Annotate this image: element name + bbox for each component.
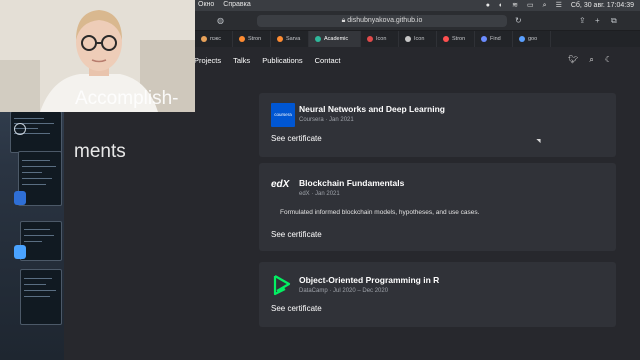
share-icon[interactable]: ⇪ bbox=[579, 15, 586, 27]
search-icon[interactable]: ⌕ bbox=[543, 1, 547, 10]
favicon-icon bbox=[405, 36, 411, 42]
tab-label: Icon bbox=[414, 36, 425, 42]
reload-icon[interactable]: ↻ bbox=[515, 15, 522, 27]
url-text: dishubnyakova.github.io bbox=[347, 17, 423, 24]
nav-actions: 🐦︎ ⌕ ☾ bbox=[568, 55, 612, 65]
certificate-issuer: Coursera bbox=[299, 117, 324, 123]
tab[interactable]: Sarva bbox=[271, 31, 309, 47]
certificate-card: coursera Neural Networks and Deep Learni… bbox=[259, 93, 616, 157]
tab-label: Icon bbox=[376, 36, 387, 42]
certificate-description: Formulated informed blockchain models, h… bbox=[280, 209, 480, 216]
volume-icon[interactable]: ◐ bbox=[499, 1, 503, 10]
tab-active[interactable]: Academic bbox=[309, 31, 361, 47]
tab-label: Stron bbox=[248, 36, 262, 42]
battery-icon[interactable]: ▭ bbox=[527, 1, 534, 10]
nav-contact[interactable]: Contact bbox=[315, 56, 341, 65]
mouse-cursor-icon bbox=[536, 136, 543, 144]
tab[interactable]: Stron bbox=[437, 31, 475, 47]
dock-finder-icon[interactable] bbox=[14, 245, 26, 259]
tab-label: Find bbox=[490, 36, 501, 42]
date-time: Сб, 30 авг. 17:04:39 bbox=[570, 2, 634, 9]
site-nav: Projects Talks Publications Contact bbox=[194, 56, 341, 65]
tab[interactable]: Icon bbox=[361, 31, 399, 47]
certificate-meta: Coursera · Jan 2021 bbox=[299, 117, 354, 123]
page-title-line1: Accomplish- bbox=[75, 88, 179, 109]
certificate-title: Neural Networks and Deep Learning bbox=[299, 104, 445, 114]
page-title: ments bbox=[74, 119, 126, 163]
favicon-icon bbox=[315, 36, 321, 42]
certificate-title: Object-Oriented Programming in R bbox=[299, 275, 440, 285]
certificate-date: Jul 2020 – Dec 2020 bbox=[333, 288, 389, 294]
menu-item-window[interactable]: Окно bbox=[198, 1, 214, 8]
twitter-icon[interactable]: 🐦︎ bbox=[568, 55, 578, 65]
favicon-icon bbox=[367, 36, 373, 42]
nav-projects[interactable]: Projects bbox=[194, 56, 221, 65]
favicon-icon bbox=[519, 36, 525, 42]
nav-publications[interactable]: Publications bbox=[262, 56, 302, 65]
certificate-meta: DataCamp · Jul 2020 – Dec 2020 bbox=[299, 288, 389, 294]
browser-toolbar: ◍ 🔒︎ dishubnyakova.github.io ↻ ⇪ + ⧉ bbox=[195, 11, 640, 31]
certificate-meta: edX · Jan 2021 bbox=[299, 191, 340, 197]
screen: Окно Справка ● ◐ ≋ ▭ ⌕ ☰ Сб, 30 авг. 17:… bbox=[0, 0, 640, 360]
tab-label: пэкс bbox=[210, 36, 222, 42]
see-certificate-link[interactable]: See certificate bbox=[271, 304, 322, 313]
dock-app-icon[interactable] bbox=[14, 191, 26, 205]
edx-logo-icon: edX bbox=[271, 179, 290, 190]
tab[interactable]: Icon bbox=[399, 31, 437, 47]
certificate-issuer: edX bbox=[299, 191, 310, 197]
datacamp-logo-icon bbox=[273, 275, 291, 296]
tab[interactable]: пэкс bbox=[195, 31, 233, 47]
page-title-line2: ments bbox=[74, 141, 126, 162]
control-center-icon[interactable]: ☰ bbox=[556, 1, 562, 10]
wifi-icon[interactable]: ≋ bbox=[512, 1, 518, 10]
nav-talks[interactable]: Talks bbox=[233, 56, 250, 65]
certificate-issuer: DataCamp bbox=[299, 288, 328, 294]
favicon-icon bbox=[201, 36, 207, 42]
window-thumbnail[interactable] bbox=[20, 221, 62, 261]
certificate-date: Jan 2021 bbox=[329, 117, 354, 123]
tab-label: Sarva bbox=[286, 36, 301, 42]
tab-label: Academic bbox=[324, 36, 349, 42]
see-certificate-link[interactable]: See certificate bbox=[271, 134, 322, 143]
menu-item-help[interactable]: Справка bbox=[223, 1, 250, 8]
search-icon[interactable]: ⌕ bbox=[589, 55, 593, 65]
certificate-card: Object-Oriented Programming in R DataCam… bbox=[259, 262, 616, 327]
new-tab-icon[interactable]: + bbox=[595, 15, 600, 27]
favicon-icon bbox=[443, 36, 449, 42]
window-thumbnail[interactable] bbox=[20, 269, 62, 325]
see-certificate-link[interactable]: See certificate bbox=[271, 230, 322, 239]
tab-label: Stron bbox=[452, 36, 466, 42]
certificate-title: Blockchain Fundamentals bbox=[299, 178, 405, 188]
certificate-date: Jan 2021 bbox=[315, 191, 340, 197]
favicon-icon bbox=[481, 36, 487, 42]
certificate-card: edX Blockchain Fundamentals edX · Jan 20… bbox=[259, 163, 616, 251]
clock-icon[interactable] bbox=[14, 123, 26, 135]
coursera-logo-icon: coursera bbox=[271, 103, 295, 127]
favicon-icon bbox=[239, 36, 245, 42]
tab-overview-icon[interactable]: ⧉ bbox=[611, 15, 617, 27]
shield-icon[interactable]: ◍ bbox=[217, 15, 224, 27]
webcam-overlay: Accomplish- bbox=[0, 0, 195, 112]
tab[interactable]: Find bbox=[475, 31, 513, 47]
tab[interactable]: Stron bbox=[233, 31, 271, 47]
tab-bar: пэкс Stron Sarva Academic Icon Icon Stro… bbox=[195, 31, 640, 47]
address-bar[interactable]: 🔒︎ dishubnyakova.github.io bbox=[257, 15, 507, 27]
record-icon[interactable]: ● bbox=[486, 1, 490, 10]
favicon-icon bbox=[277, 36, 283, 42]
moon-icon[interactable]: ☾ bbox=[605, 55, 612, 65]
tab[interactable]: goo bbox=[513, 31, 551, 47]
tab-label: goo bbox=[528, 36, 538, 42]
